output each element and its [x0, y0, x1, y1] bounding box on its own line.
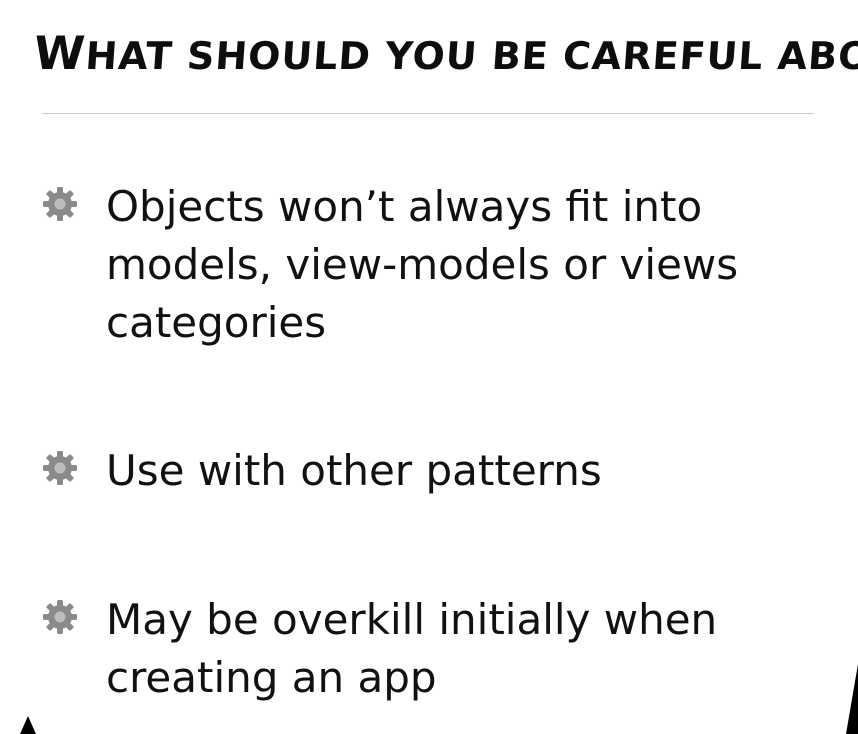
- slide-title: What should you be careful about?: [32, 26, 858, 81]
- gear-icon: [43, 451, 77, 485]
- bullet-text: Use with other patterns: [106, 446, 602, 495]
- decorative-corner-shape: [846, 664, 858, 734]
- decorative-corner-shape: [20, 716, 36, 734]
- slide-title-initial: W: [32, 26, 88, 80]
- bullet-text: May be overkill initially when creating …: [106, 595, 718, 702]
- gear-icon: [43, 187, 77, 221]
- bullet-text: Objects won’t always fit into models, vi…: [106, 182, 739, 347]
- slide-title-rest: hat should you be careful about?: [84, 34, 858, 78]
- gear-icon: [43, 600, 77, 634]
- title-divider: [42, 113, 814, 114]
- slide: What should you be careful about? Object…: [0, 0, 858, 734]
